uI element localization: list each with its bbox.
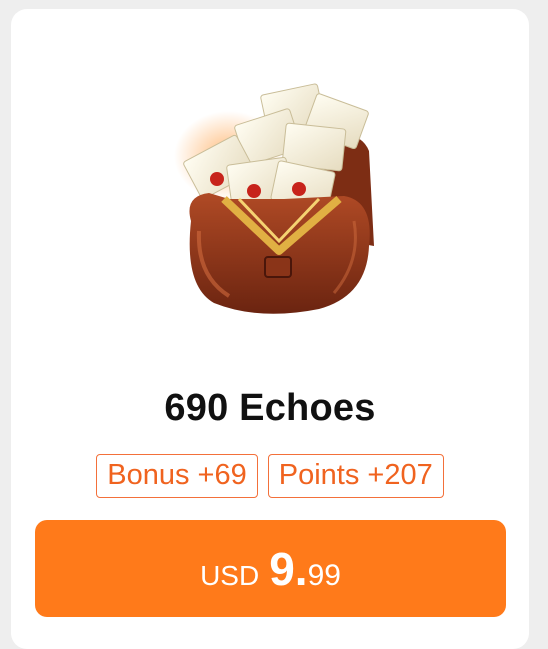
price-main: 9. — [269, 543, 308, 595]
price-currency: USD — [200, 560, 260, 591]
bonus-badge: Bonus +69 — [96, 454, 258, 498]
points-badge: Points +207 — [267, 454, 444, 498]
product-card[interactable]: 690 Echoes Bonus +69 Points +207 USD 9. … — [11, 9, 529, 649]
purchase-button[interactable]: USD 9. 99 — [35, 520, 506, 617]
mail-bag-icon — [174, 83, 374, 314]
price-cents: 99 — [307, 559, 341, 592]
product-title: 690 Echoes — [164, 387, 376, 429]
badge-row: Bonus +69 Points +207 — [11, 454, 529, 498]
